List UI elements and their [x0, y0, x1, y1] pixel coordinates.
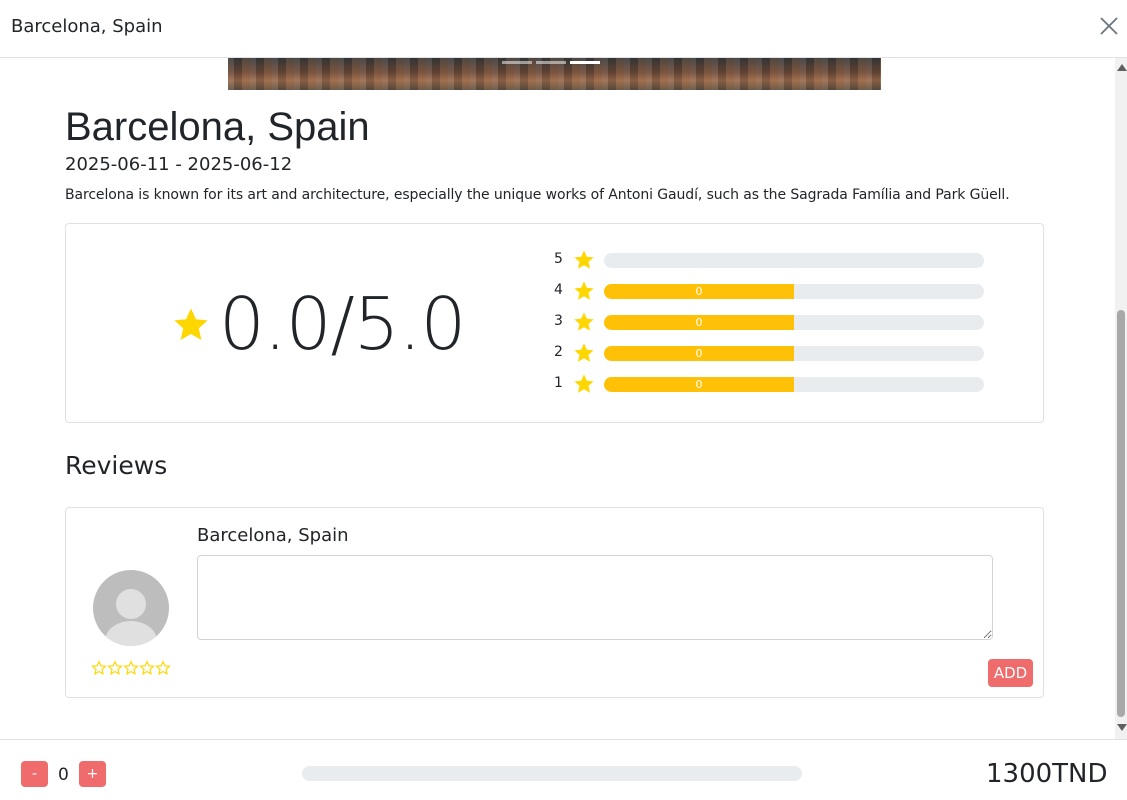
rating-bar-row: 10 [554, 374, 994, 395]
star-icon [574, 312, 594, 331]
scroll-up-arrow-icon[interactable] [1117, 64, 1127, 71]
destination-dates: 2025-06-11 - 2025-06-12 [65, 154, 293, 175]
carousel-indicator[interactable] [536, 61, 566, 64]
rating-bar-label: 4 [554, 282, 563, 298]
carousel-indicators [502, 61, 600, 64]
avatar-body [105, 621, 157, 646]
rating-bar-track [604, 253, 984, 268]
scroll-down-arrow-icon[interactable] [1117, 724, 1127, 731]
rating-summary-card: 0.0/5.0 540302010 [65, 223, 1044, 423]
carousel-indicator[interactable] [570, 61, 600, 64]
destination-description: Barcelona is known for its art and archi… [65, 187, 1010, 203]
modal-footer: - 0 + 1300TND [0, 739, 1127, 800]
add-review-button[interactable]: ADD [988, 659, 1033, 687]
avatar-head [116, 589, 146, 619]
star-icon [574, 374, 594, 393]
rating-bar-track: 0 [604, 284, 984, 299]
star-icon [574, 343, 594, 362]
footer-progress-bar [302, 766, 802, 781]
modal-title: Barcelona, Spain [11, 16, 163, 37]
star-outline-icon[interactable] [155, 660, 171, 676]
modal-body: Barcelona, Spain 2025-06-11 - 2025-06-12… [0, 58, 1115, 739]
review-destination-name: Barcelona, Spain [197, 525, 349, 546]
rating-bar-fill: 0 [604, 346, 794, 361]
rating-bar-label: 3 [554, 313, 563, 329]
rating-bar-track: 0 [604, 377, 984, 392]
rating-bar-row: 20 [554, 343, 994, 364]
image-carousel[interactable] [228, 58, 881, 90]
star-icon [574, 250, 594, 269]
carousel-indicator[interactable] [502, 61, 532, 64]
vertical-scrollbar[interactable] [1115, 58, 1127, 739]
rating-bar-track: 0 [604, 346, 984, 361]
star-outline-icon[interactable] [107, 660, 123, 676]
quantity-value: 0 [58, 765, 69, 785]
review-form-card: Barcelona, Spain ADD [65, 507, 1044, 698]
scrollbar-thumb[interactable] [1117, 310, 1125, 717]
rating-bar-fill: 0 [604, 377, 794, 392]
rating-bar-fill: 0 [604, 284, 794, 299]
rating-bar-label: 1 [554, 375, 563, 391]
rating-bar-track: 0 [604, 315, 984, 330]
star-outline-icon[interactable] [123, 660, 139, 676]
star-icon [174, 308, 208, 341]
star-outline-icon[interactable] [139, 660, 155, 676]
close-icon[interactable] [1098, 15, 1120, 37]
decrease-quantity-button[interactable]: - [21, 761, 48, 787]
reviews-heading: Reviews [65, 451, 168, 480]
modal-header: Barcelona, Spain [0, 0, 1127, 58]
rating-bar-row: 30 [554, 312, 994, 333]
average-rating: 0.0/5.0 [219, 282, 466, 366]
review-textarea[interactable] [197, 555, 993, 640]
star-rating-input[interactable] [91, 660, 171, 676]
destination-title: Barcelona, Spain [65, 105, 370, 149]
star-outline-icon[interactable] [91, 660, 107, 676]
rating-bar-row: 40 [554, 281, 994, 302]
star-icon [574, 281, 594, 300]
rating-bar-label: 5 [554, 251, 563, 267]
avatar [93, 570, 169, 646]
rating-bar-row: 5 [554, 250, 994, 271]
rating-bar-fill: 0 [604, 315, 794, 330]
rating-bar-label: 2 [554, 344, 563, 360]
increase-quantity-button[interactable]: + [79, 761, 106, 787]
price: 1300TND [986, 759, 1108, 789]
